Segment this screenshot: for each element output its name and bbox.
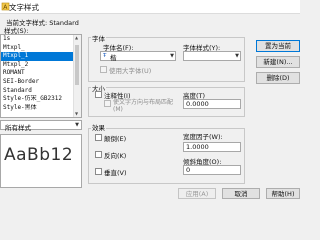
window-title: 文字样式 <box>9 3 39 12</box>
backwards-label: 反向(K) <box>104 152 127 160</box>
style-list-item[interactable]: Mtxpl_1 <box>1 52 81 61</box>
oblique-angle-value: 0 <box>186 166 191 174</box>
style-list-item[interactable]: Mtxpl_2 <box>1 61 81 70</box>
style-filter-dropdown[interactable]: 所有样式 ▼ <box>0 120 82 132</box>
chevron-down-icon[interactable]: ▼ <box>170 52 174 61</box>
width-factor-label: 宽度因子(W): <box>183 133 223 141</box>
preview-sample-text: AaBb12 <box>4 145 74 165</box>
style-preview: AaBb12 <box>0 134 82 188</box>
oblique-angle-field[interactable]: 0 <box>183 165 241 175</box>
width-factor-field[interactable]: 1.0000 <box>183 142 241 152</box>
scroll-thumb[interactable] <box>75 45 79 85</box>
match-orientation-checkbox[interactable] <box>104 100 111 107</box>
cancel-button[interactable]: 取消 <box>222 188 260 199</box>
help-button[interactable]: 帮助(H) <box>266 188 300 199</box>
effects-group-title: 效果 <box>91 122 106 132</box>
style-list-item[interactable]: Style-黑体 <box>1 104 81 113</box>
style-list-item[interactable]: ROMANT <box>1 69 81 78</box>
height-field[interactable]: 0.0000 <box>183 99 241 109</box>
scroll-down-arrow-icon[interactable]: ▼ <box>75 112 79 116</box>
style-list-item[interactable]: Standard <box>1 87 81 96</box>
width-factor-value: 1.0000 <box>186 143 209 151</box>
scroll-up-arrow-icon[interactable]: ▲ <box>75 36 79 40</box>
style-list-item[interactable]: Style-仿宋_GB2312 <box>1 95 81 104</box>
use-bigfont-label: 使用大字体(U) <box>109 67 152 75</box>
style-list-item[interactable]: 1s <box>1 35 81 44</box>
truetype-font-icon: Ŧ <box>103 53 107 59</box>
set-current-button[interactable]: 置为当前 <box>256 40 300 52</box>
use-bigfont-checkbox[interactable] <box>100 66 107 73</box>
delete-style-button[interactable]: 删除(D) <box>256 72 300 84</box>
apply-button[interactable]: 应用(A) <box>178 188 216 199</box>
vertical-checkbox[interactable] <box>95 168 102 175</box>
style-list[interactable]: 1s Mtxpl_ Mtxpl_1 Mtxpl_2 ROMANT SEI-Border St… <box>0 34 82 118</box>
font-name-value: 楷 <box>110 54 117 62</box>
style-list-item[interactable]: SEI-Border <box>1 78 81 87</box>
chevron-down-icon[interactable]: ▼ <box>235 52 239 61</box>
vertical-label: 垂直(V) <box>104 169 127 177</box>
style-filter-value: 所有样式 <box>5 124 31 132</box>
font-name-dropdown[interactable]: Ŧ 楷 ▼ <box>100 51 176 62</box>
height-value: 0.0000 <box>186 100 209 108</box>
style-list-item[interactable]: Mtxpl_ <box>1 44 81 53</box>
font-style-dropdown[interactable]: ▼ <box>183 51 241 61</box>
chevron-down-icon[interactable]: ▼ <box>73 121 81 129</box>
new-style-button[interactable]: 新建(N)... <box>256 56 300 68</box>
backwards-checkbox[interactable] <box>95 151 102 158</box>
title-bar: A 文字样式 <box>0 0 300 14</box>
annotative-checkbox[interactable] <box>95 91 102 98</box>
upside-down-checkbox[interactable] <box>95 134 102 141</box>
upside-down-label: 颠倒(E) <box>104 135 127 143</box>
match-orientation-label: 使文字方向与布局匹配(M) <box>113 99 174 113</box>
style-list-scrollbar[interactable]: ▲ ▼ <box>73 35 81 117</box>
